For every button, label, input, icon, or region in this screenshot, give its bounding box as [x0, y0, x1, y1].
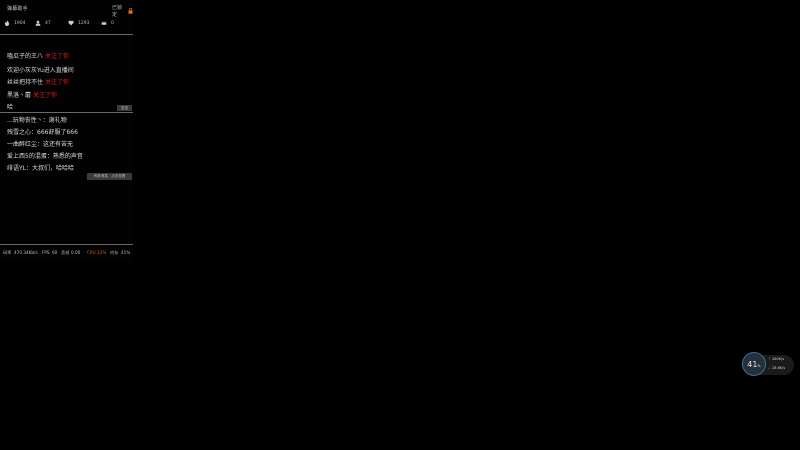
follow-action: 关注了你 [32, 92, 57, 99]
chat-input-row: 哈 发送 [0, 104, 133, 112]
stat-value: 1904 [14, 20, 26, 26]
upload-unit: K/s [778, 357, 785, 361]
flame-icon [4, 20, 10, 26]
fps-label: FPS [42, 250, 50, 255]
chat-user: ...玩物丧性丶 [7, 117, 43, 124]
stat-value: 1293 [78, 20, 90, 26]
follow-action: 关注了你 [44, 79, 69, 86]
panel-title-bar[interactable]: 弹幕助手 已锁定 [0, 0, 133, 18]
lock-label: 已锁定 [112, 5, 123, 18]
stat-value: 0 [111, 20, 114, 26]
danmaku-panel: 弹幕助手 已锁定 1904 47 1293 0 嗑瓜子的王八 关注了你 欢迎小灰… [0, 0, 133, 262]
stat-value: 47 [45, 20, 51, 26]
welcome-prefix: 欢迎 [7, 67, 20, 74]
download-unit: K/s [779, 366, 786, 370]
chat-message: 爱上西5的混蛋：熟悉的声音 [7, 153, 83, 160]
chat-user: 绯语YL [7, 165, 27, 172]
cpu-label: CPU [87, 250, 96, 255]
network-speed-widget[interactable]: 41% ↑ 280K/s ↓ 28.6K/s [742, 352, 794, 378]
upload-value: 280 [772, 357, 779, 361]
download-speed: ↓ 28.6K/s [768, 366, 785, 370]
chat-text: 大叔们，哈哈哈 [32, 165, 75, 172]
follow-action: 关注了你 [44, 53, 69, 60]
chat-user: 残雪之心 [7, 129, 32, 136]
cpu-value: 22% [97, 250, 107, 255]
follow-notice: 黑洛丶蘑 关注了你 [7, 92, 57, 100]
crown-icon [101, 20, 107, 26]
chat-message: ...玩物丧性丶：谢礼物 [7, 117, 67, 124]
chat-text: 熟悉的声音 [52, 153, 83, 160]
follow-notice: 嗑瓜子的王八 关注了你 [7, 53, 69, 61]
chat-user: 爱上西5的混蛋 [7, 153, 47, 160]
stat-guards: 0 [101, 20, 114, 26]
input-divider [0, 112, 133, 113]
memory-usage-circle[interactable]: 41% [742, 352, 766, 376]
follow-notice: 丝丝把持不住 关注了你 [7, 79, 69, 87]
visitor-name: 小灰灰Yu [19, 67, 44, 74]
bitrate-value: 470.34Kb/s [14, 250, 38, 255]
memory-label: 内存 [110, 250, 119, 255]
welcome-notice: 欢迎小灰灰Yu进入直播间 [7, 67, 74, 75]
upload-speed: ↑ 280K/s [768, 357, 784, 361]
percent-unit: % [757, 363, 761, 368]
new-messages-button[interactable]: 有新消息，点击查看 [87, 173, 132, 180]
chat-input[interactable]: 哈 [7, 104, 13, 112]
chat-text: 谢礼物 [48, 117, 67, 124]
chat-user: 一曲醉红尘 [7, 141, 38, 148]
download-value: 28.6 [772, 366, 780, 370]
stat-likes: 1293 [68, 20, 89, 26]
follower-name: 丝丝把持不住 [7, 79, 44, 86]
upload-arrow-icon: ↑ [768, 357, 771, 361]
memory-value: 41% [121, 250, 131, 255]
stat-popularity: 1904 [4, 20, 25, 26]
chat-message: 绯语YL：大叔们，哈哈哈 [7, 165, 75, 172]
stats-row: 1904 47 1293 0 [0, 20, 133, 30]
follower-name: 黑洛丶蘑 [7, 92, 32, 99]
heart-icon [68, 20, 74, 26]
panel-title: 弹幕助手 [7, 6, 28, 12]
stat-fans: 47 [35, 20, 51, 26]
fans-icon [35, 20, 41, 26]
stream-status-bar: 码率 470.34Kb/s FPS 60 丢帧 0.00 CPU 22% 内存 … [0, 248, 133, 260]
chat-message: 一曲醉红尘：这还有苦无 [7, 141, 74, 148]
welcome-action: 进入直播间 [43, 67, 74, 74]
bitrate-label: 码率 [3, 250, 12, 255]
chat-text: 这还有苦无 [43, 141, 74, 148]
fps-value: 60 [52, 250, 58, 255]
follower-name: 嗑瓜子的王八 [7, 53, 44, 60]
download-arrow-icon: ↓ [768, 366, 771, 370]
lost-frames-label: 丢帧 [61, 250, 70, 255]
lost-frames-value: 0.00 [71, 250, 81, 255]
chat-message: 残雪之心：666舒服了666 [7, 129, 78, 136]
chat-text: 666舒服了666 [37, 129, 78, 136]
lock-toggle[interactable]: 已锁定 [112, 4, 133, 18]
status-divider [0, 244, 133, 245]
lock-icon[interactable] [128, 8, 133, 14]
memory-usage-percent: 41 [747, 359, 758, 369]
send-button[interactable]: 发送 [117, 105, 132, 111]
header-divider [0, 34, 133, 35]
